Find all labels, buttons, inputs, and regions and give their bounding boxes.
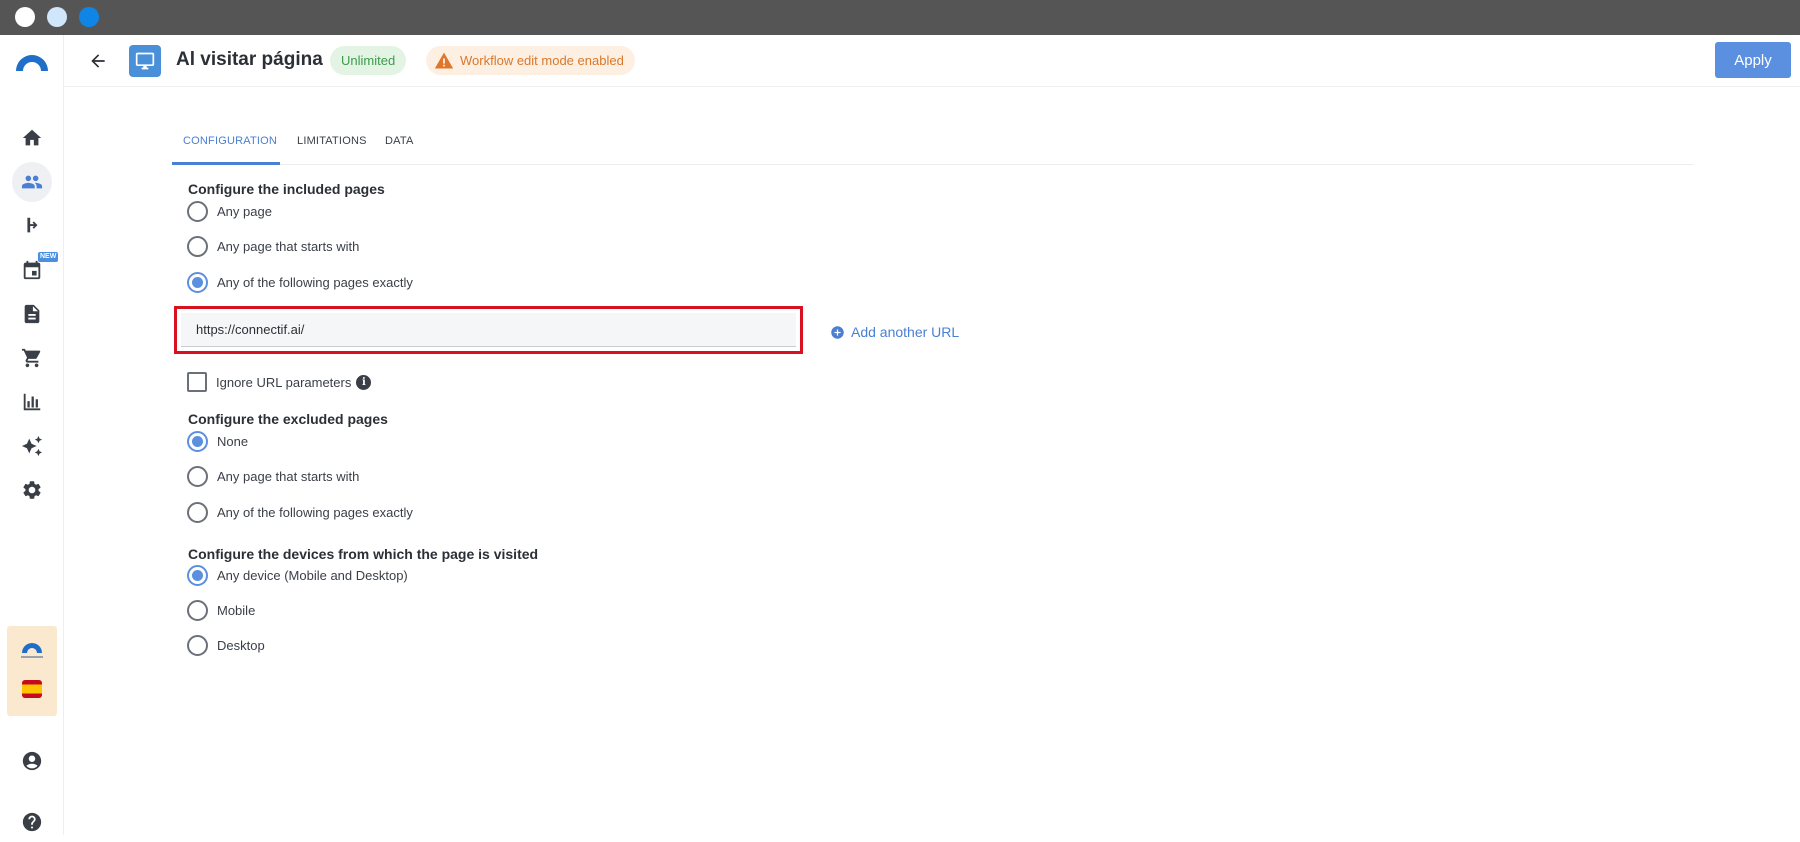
excluded-option-starts-with[interactable]: Any page that starts with	[187, 465, 359, 487]
warning-icon	[434, 52, 454, 68]
included-pages-title: Configure the included pages	[188, 181, 385, 197]
ignore-url-params-checkbox[interactable]	[187, 372, 207, 392]
radio-button[interactable]	[187, 501, 208, 523]
tab-bar: CONFIGURATION LIMITATIONS DATA	[172, 127, 1694, 165]
radio-button[interactable]	[187, 599, 208, 621]
sidebar-item-reports[interactable]	[12, 382, 52, 422]
included-option-starts-with[interactable]: Any page that starts with	[187, 235, 359, 257]
page-header: Al visitar página Unlimited Workflow edi…	[64, 35, 1800, 87]
sidebar-item-profile[interactable]	[12, 741, 52, 781]
sidebar-item-workflows[interactable]	[12, 206, 52, 246]
device-option-any[interactable]: Any device (Mobile and Desktop)	[187, 564, 408, 586]
user-icon	[22, 751, 42, 771]
spain-flag-icon	[22, 680, 42, 698]
sparkles-icon	[21, 435, 43, 457]
ignore-url-params-label: Ignore URL parameters	[216, 374, 352, 390]
radio-button[interactable]	[187, 634, 208, 656]
add-url-label: Add another URL	[851, 324, 960, 340]
limit-status-badge: Unlimited	[330, 46, 407, 75]
url-input[interactable]	[181, 313, 796, 347]
info-icon[interactable]: i	[356, 374, 372, 390]
sidebar-item-home[interactable]	[12, 118, 52, 158]
plus-circle-icon	[831, 325, 844, 339]
radio-button-checked[interactable]	[187, 564, 208, 586]
radio-button[interactable]	[187, 235, 208, 257]
tab-limitations[interactable]: LIMITATIONS	[286, 127, 378, 165]
help-icon	[22, 812, 42, 832]
back-button[interactable]	[84, 47, 112, 75]
apply-button[interactable]: Apply	[1715, 42, 1791, 78]
excluded-option-exact-pages[interactable]: Any of the following pages exactly	[187, 501, 413, 523]
radio-button[interactable]	[187, 200, 208, 222]
gear-icon	[23, 481, 41, 499]
radio-label: Desktop	[217, 637, 265, 653]
contacts-icon	[21, 175, 43, 189]
radio-label: Any page that starts with	[217, 468, 360, 484]
ignore-url-params-option[interactable]: Ignore URL parameters i	[187, 371, 372, 393]
radio-label: Mobile	[217, 602, 256, 618]
connectif-logo[interactable]	[14, 49, 50, 73]
radio-button-checked[interactable]	[187, 430, 208, 452]
workflow-icon	[27, 217, 38, 233]
radio-label: Any page	[217, 203, 272, 219]
bar-chart-icon	[23, 393, 41, 411]
sidebar-item-settings[interactable]	[12, 470, 52, 510]
page-title: Al visitar página	[176, 49, 323, 70]
window-close-button[interactable]	[15, 7, 35, 27]
tab-data[interactable]: DATA	[374, 127, 425, 165]
home-icon	[22, 129, 42, 146]
add-url-link[interactable]: Add another URL	[830, 322, 959, 342]
account-switcher[interactable]	[7, 626, 57, 716]
radio-label: Any page that starts with	[217, 238, 360, 254]
sidebar-item-ecommerce[interactable]	[12, 338, 52, 378]
edit-mode-warning-badge: Workflow edit mode enabled	[426, 46, 635, 75]
monitor-icon	[135, 52, 155, 70]
radio-label: Any of the following pages exactly	[217, 504, 413, 520]
url-input-highlight	[174, 306, 803, 354]
arrow-left-icon	[91, 54, 105, 68]
radio-label: Any of the following pages exactly	[217, 274, 413, 290]
window-minimize-button[interactable]	[47, 7, 67, 27]
cart-icon	[21, 348, 41, 368]
window-maximize-button[interactable]	[79, 7, 99, 27]
sidebar-item-contacts[interactable]	[12, 162, 52, 202]
radio-label: Any device (Mobile and Desktop)	[217, 567, 408, 583]
document-icon	[24, 304, 40, 324]
sidebar-item-ai[interactable]	[12, 426, 52, 466]
sidebar: NEW	[0, 35, 64, 835]
included-option-exact-pages[interactable]: Any of the following pages exactly	[187, 271, 413, 293]
excluded-option-none[interactable]: None	[187, 430, 248, 452]
radio-button-checked[interactable]	[187, 271, 208, 293]
edit-mode-warning-text: Workflow edit mode enabled	[460, 53, 624, 68]
calendar-icon	[23, 260, 41, 280]
account-logo-caption	[21, 656, 43, 658]
sidebar-item-help[interactable]	[12, 802, 52, 842]
sidebar-item-documents[interactable]	[12, 294, 52, 334]
included-option-any-page[interactable]: Any page	[187, 200, 272, 222]
radio-label: None	[217, 433, 249, 449]
devices-title: Configure the devices from which the pag…	[188, 546, 539, 562]
trigger-type-icon	[129, 45, 161, 77]
excluded-pages-title: Configure the excluded pages	[188, 411, 388, 427]
device-option-desktop[interactable]: Desktop	[187, 634, 265, 656]
device-option-mobile[interactable]: Mobile	[187, 599, 255, 621]
sidebar-item-calendar[interactable]: NEW	[12, 250, 59, 290]
new-badge: NEW	[38, 252, 59, 262]
tab-configuration[interactable]: CONFIGURATION	[172, 127, 280, 165]
window-titlebar	[0, 0, 1800, 35]
radio-button[interactable]	[187, 465, 208, 487]
account-logo	[22, 643, 42, 653]
